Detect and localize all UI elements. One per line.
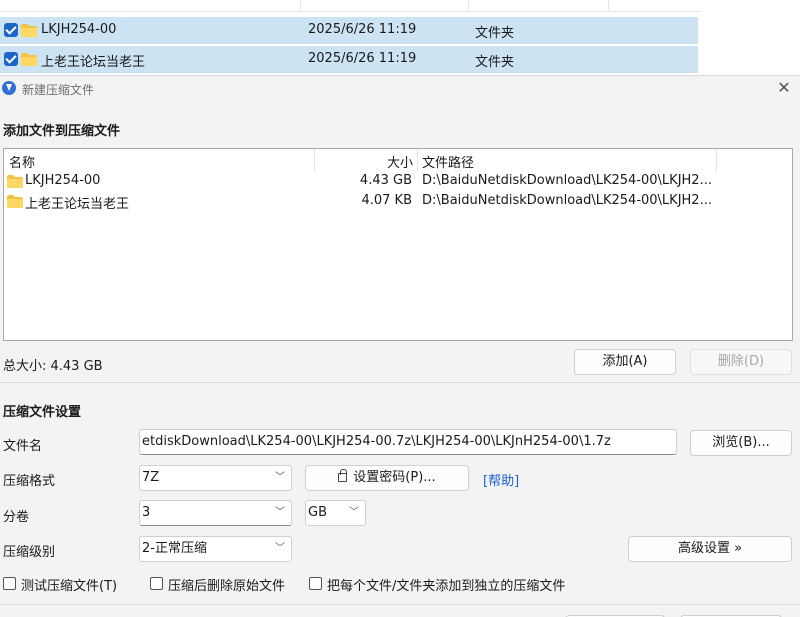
explorer-row-name: 上老王论坛当老王	[41, 55, 146, 70]
file-list-row[interactable]: LKJH254-00 4.43 GB D:\BaiduNetdiskDownlo…	[4, 171, 792, 191]
column-name-header[interactable]: 名称	[9, 152, 35, 171]
separate-archives-checkbox[interactable]: 把每个文件/文件夹添加到独立的压缩文件	[309, 575, 579, 594]
explorer-row-type: 文件夹	[475, 26, 515, 41]
split-unit-value: GB	[308, 505, 327, 520]
checkbox-unchecked-icon[interactable]	[3, 577, 16, 590]
test-archive-checkbox[interactable]: 测试压缩文件(T)	[3, 575, 133, 594]
explorer-row-date: 2025/6/26 11:19	[308, 22, 417, 37]
delete-after-checkbox[interactable]: 压缩后删除原始文件	[150, 575, 300, 594]
file-list-row[interactable]: 上老王论坛当老王 4.07 KB D:\BaiduNetdiskDownload…	[4, 191, 792, 212]
new-archive-dialog: 新建压缩文件 ✕ 添加文件到压缩文件 名称 大小 文件路径 LKJH254-00…	[0, 75, 800, 617]
total-size-label: 总大小: 4.43 GB	[3, 359, 103, 374]
column-divider	[608, 0, 609, 10]
split-size-value: 3	[142, 505, 151, 520]
level-label: 压缩级别	[3, 545, 56, 560]
archive-settings-section-title: 压缩文件设置	[3, 405, 82, 420]
compression-level-value: 2-正常压缩	[142, 541, 207, 556]
lock-icon	[338, 469, 348, 482]
split-label: 分卷	[3, 510, 30, 525]
file-size: 4.07 KB	[361, 193, 412, 208]
folder-icon	[7, 195, 23, 208]
chevron-down-icon: ﹀	[275, 472, 285, 483]
checkbox-checked-icon[interactable]	[4, 23, 18, 37]
explorer-row[interactable]: 上老王论坛当老王 2025/6/26 11:19 文件夹	[0, 46, 698, 73]
add-files-section-title: 添加文件到压缩文件	[3, 124, 121, 139]
separate-archives-label: 把每个文件/文件夹添加到独立的压缩文件	[327, 579, 566, 594]
close-icon[interactable]: ✕	[774, 78, 794, 98]
file-path: D:\BaiduNetdiskDownload\LK254-00\LKJH2..…	[422, 193, 712, 208]
set-password-label: 设置密码(P)...	[353, 470, 436, 485]
dialog-titlebar[interactable]: 新建压缩文件 ✕	[0, 76, 800, 102]
chevron-down-icon: ﹀	[275, 507, 285, 518]
app-download-icon	[2, 81, 16, 95]
filename-input[interactable]: etdiskDownload\LK254-00\LKJH254-00.7z\LK…	[139, 429, 677, 455]
file-name: LKJH254-00	[25, 173, 101, 188]
chevron-down-icon: ﹀	[349, 507, 359, 518]
explorer-row-type: 文件夹	[475, 55, 515, 70]
chevron-down-icon: ﹀	[275, 543, 285, 554]
delete-after-label: 压缩后删除原始文件	[168, 579, 286, 594]
format-value: 7Z	[142, 470, 160, 485]
section-divider	[0, 382, 800, 383]
explorer-row-name: LKJH254-00	[41, 22, 117, 37]
test-archive-label: 测试压缩文件(T)	[21, 579, 118, 594]
delete-button[interactable]: 删除(D)	[690, 349, 792, 375]
file-path: D:\BaiduNetdiskDownload\LK254-00\LKJH2..…	[422, 173, 712, 188]
explorer-row-date: 2025/6/26 11:19	[308, 51, 417, 66]
checkbox-unchecked-icon[interactable]	[150, 577, 163, 590]
explorer-background: LKJH254-00 2025/6/26 11:19 文件夹 上老王论坛当老王 …	[0, 0, 800, 78]
dialog-title: 新建压缩文件	[22, 83, 95, 97]
folder-icon	[21, 53, 37, 66]
browse-button[interactable]: 浏览(B)...	[690, 430, 792, 456]
format-label: 压缩格式	[3, 474, 56, 489]
format-select[interactable]: 7Z ﹀	[139, 465, 292, 491]
file-name: 上老王论坛当老王	[25, 197, 130, 212]
column-path-header[interactable]: 文件路径	[422, 152, 474, 171]
add-button[interactable]: 添加(A)	[574, 349, 676, 375]
filename-label: 文件名	[3, 439, 43, 454]
column-size-header[interactable]: 大小	[387, 152, 413, 171]
checkbox-checked-icon[interactable]	[4, 52, 18, 66]
explorer-column-header	[0, 0, 700, 12]
folder-icon	[21, 24, 37, 37]
set-password-button[interactable]: 设置密码(P)...	[305, 465, 469, 491]
column-divider	[300, 0, 301, 10]
section-divider	[0, 604, 800, 605]
split-size-select[interactable]: 3 ﹀	[139, 500, 292, 526]
file-list-header: 名称 大小 文件路径	[4, 149, 792, 171]
explorer-row[interactable]: LKJH254-00 2025/6/26 11:19 文件夹	[0, 17, 698, 44]
compression-level-select[interactable]: 2-正常压缩 ﹀	[139, 536, 292, 562]
file-size: 4.43 GB	[359, 173, 412, 188]
folder-icon	[7, 175, 23, 188]
file-list[interactable]: 名称 大小 文件路径 LKJH254-00 4.43 GB D:\BaiduNe…	[3, 148, 793, 341]
split-unit-select[interactable]: GB ﹀	[305, 500, 366, 526]
checkbox-unchecked-icon[interactable]	[309, 577, 322, 590]
help-link[interactable]: [帮助]	[483, 470, 519, 489]
advanced-settings-button[interactable]: 高级设置 »	[628, 536, 792, 562]
column-divider	[468, 0, 469, 10]
